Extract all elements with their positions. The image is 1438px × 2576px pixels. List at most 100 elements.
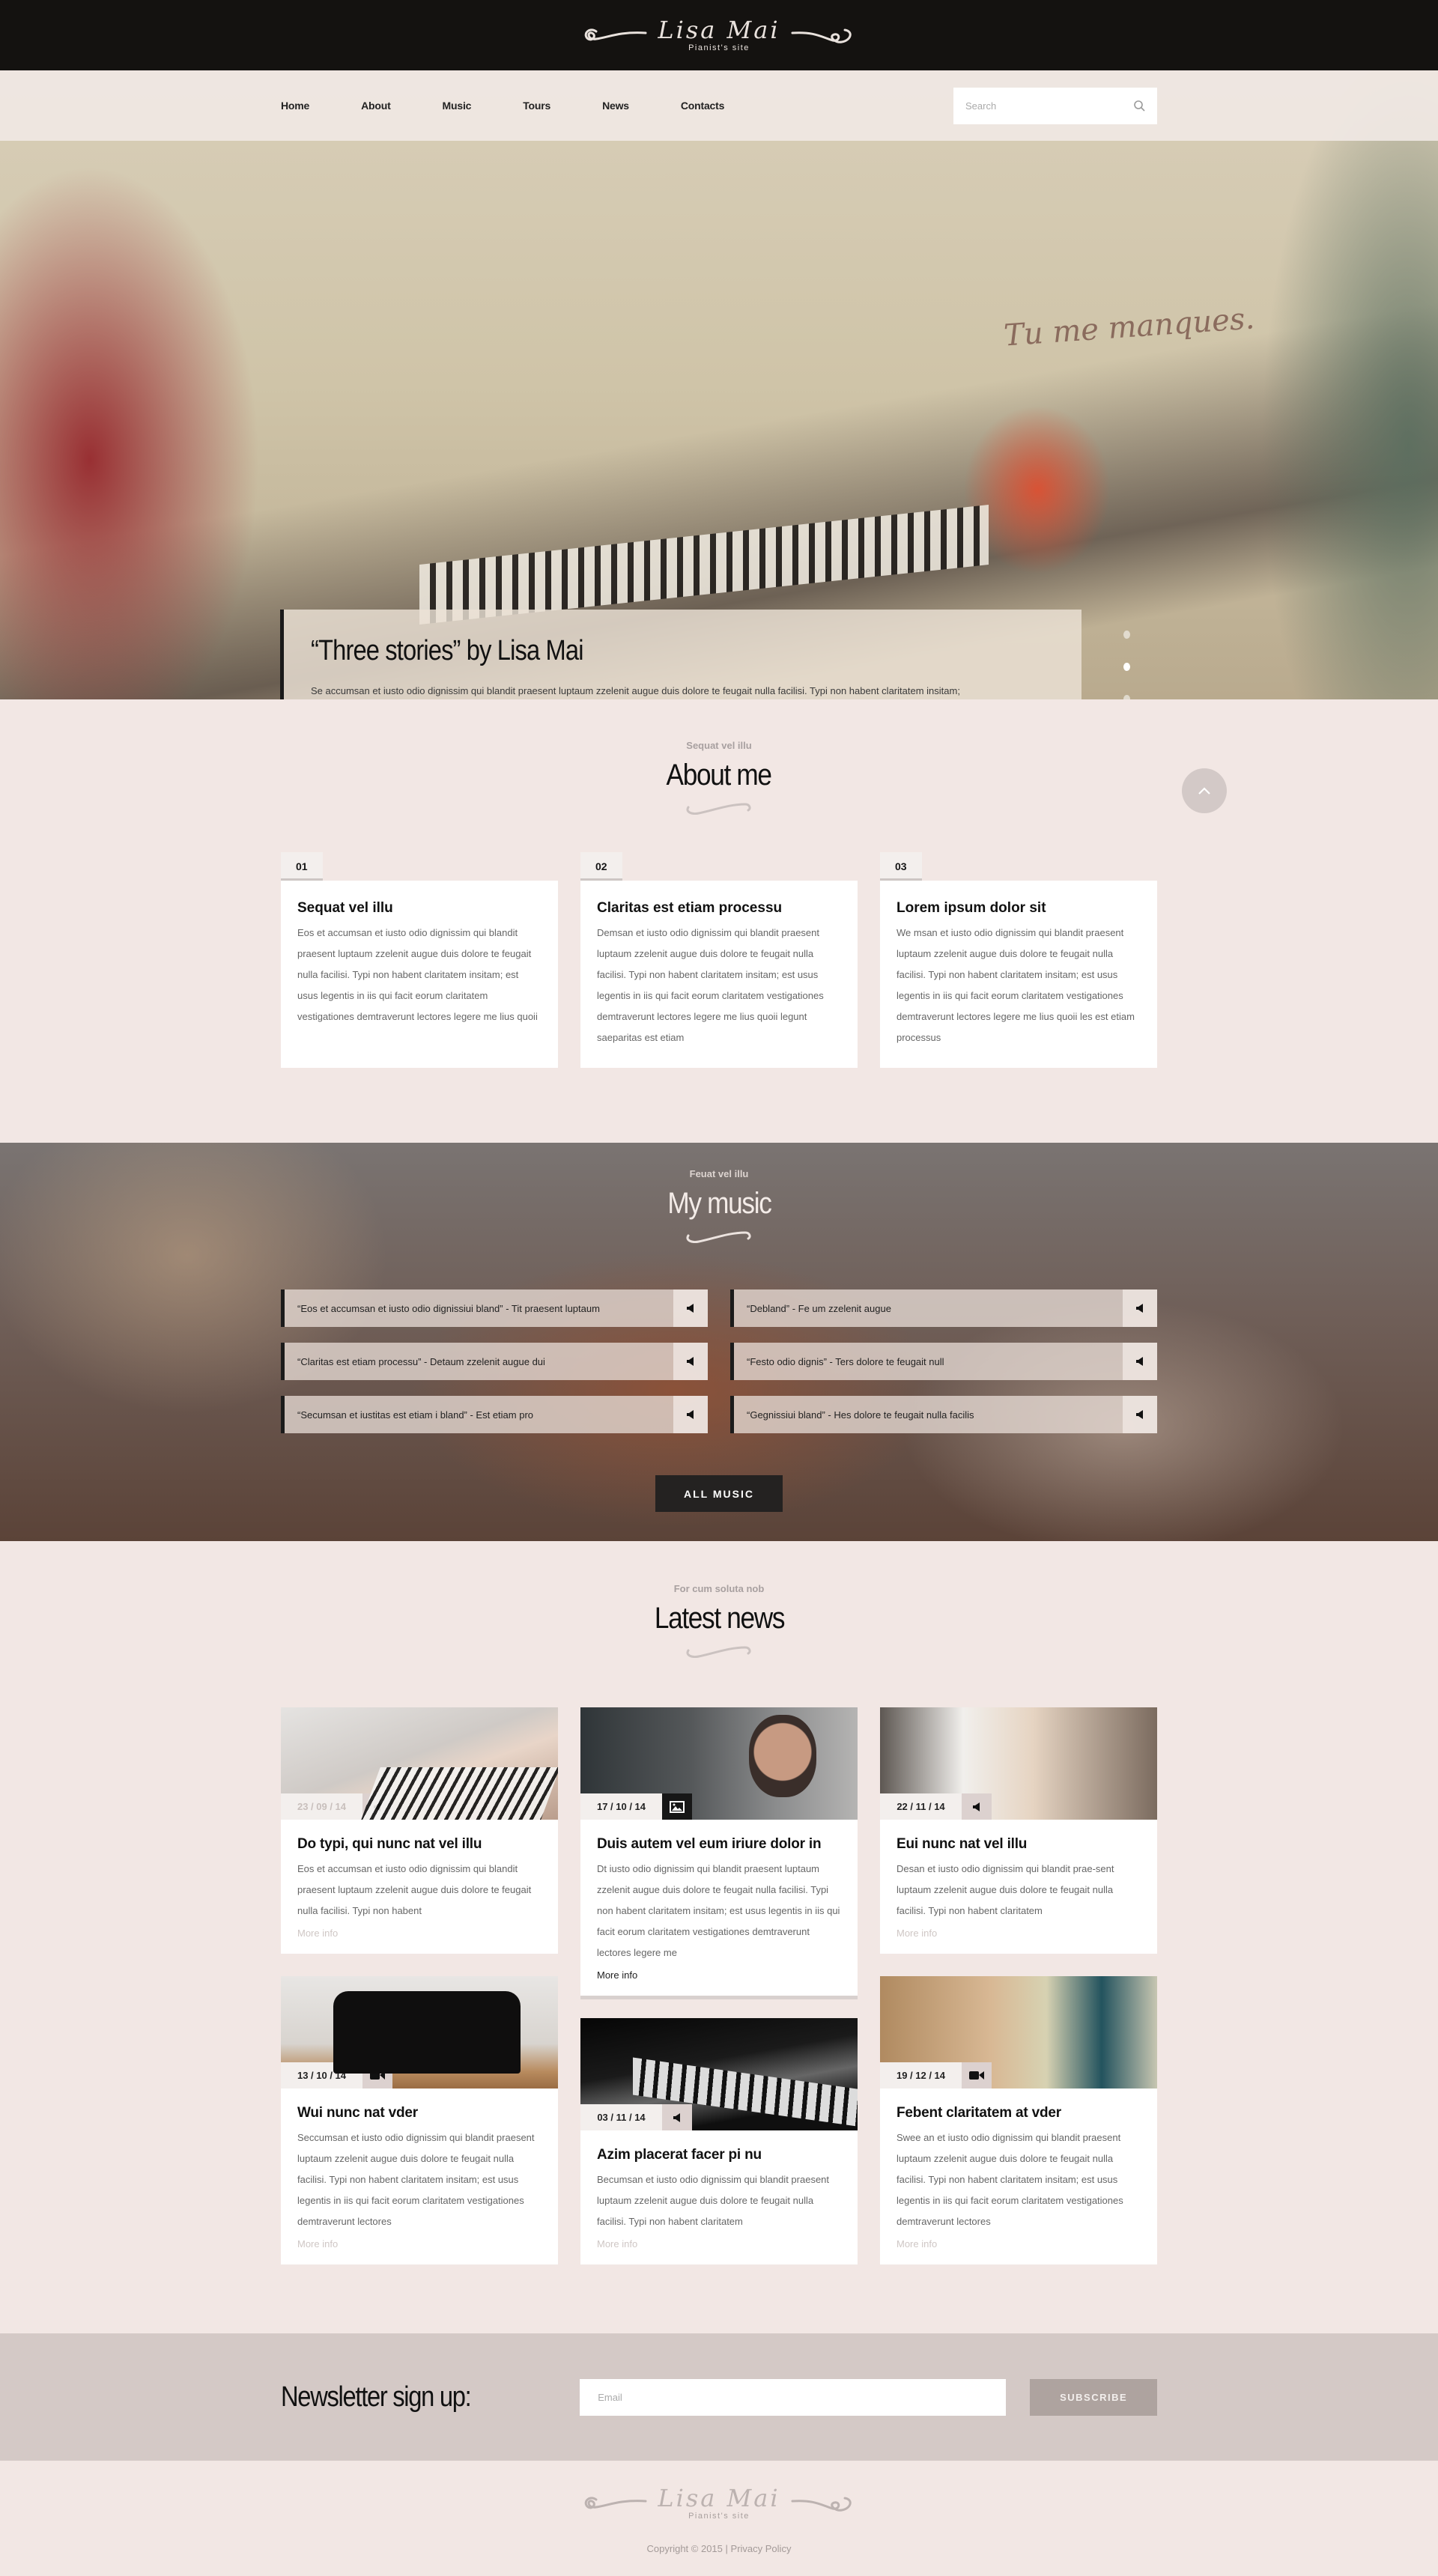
- flourish-divider-icon: [686, 803, 751, 815]
- speaker-icon: [673, 2112, 680, 2122]
- about-card-text: Eos et accumsan et iusto odio dignissim …: [297, 927, 538, 1022]
- subscribe-button[interactable]: SUBSCRIBE: [1030, 2378, 1157, 2416]
- about-section: Sequat vel illu About me 01 Sequat vel i…: [0, 699, 1438, 1143]
- nav-item-home[interactable]: Home: [281, 100, 309, 112]
- news-card: 03 / 11 / 14 Azim placerat facer pi nu B…: [580, 2018, 858, 2264]
- about-card: 02 Claritas est etiam processu Demsan et…: [580, 852, 858, 1068]
- news-card-text: Desan et iusto odio dignissim qui blandi…: [897, 1863, 1114, 1916]
- slider-dot-1[interactable]: [1123, 631, 1130, 639]
- news-type-badge: [362, 1793, 392, 1820]
- nav-item-news[interactable]: News: [602, 100, 629, 112]
- track-item[interactable]: “Gegnissiui bland” - Hes dolore te feuga…: [730, 1396, 1157, 1433]
- speaker-icon: [687, 1304, 694, 1313]
- news-type-badge: [662, 1793, 692, 1820]
- more-info-link[interactable]: More info: [897, 2238, 937, 2250]
- track-item[interactable]: “Eos et accumsan et iusto odio dignissiu…: [281, 1289, 708, 1327]
- track-play-button[interactable]: [673, 1343, 708, 1380]
- track-item[interactable]: “Claritas est etiam processu” - Detaum z…: [281, 1343, 708, 1380]
- news-image[interactable]: 13 / 10 / 14: [281, 1976, 558, 2089]
- news-image[interactable]: 19 / 12 / 14: [880, 1976, 1157, 2089]
- news-card-text: Eos et accumsan et iusto odio dignissim …: [297, 1863, 532, 1916]
- track-play-button[interactable]: [673, 1289, 708, 1327]
- more-info-link[interactable]: More info: [297, 2238, 338, 2250]
- hero-image-piano: [419, 505, 989, 625]
- speaker-icon: [973, 1802, 980, 1811]
- newsletter-title: Newsletter sign up:: [281, 2381, 472, 2413]
- news-image[interactable]: 03 / 11 / 14: [580, 2018, 858, 2130]
- hero-caption: “Three stories” by Lisa Mai Se accumsan …: [280, 610, 1081, 699]
- image-icon: [670, 1800, 685, 1813]
- news-card-title[interactable]: Do typi, qui nunc nat vel illu: [297, 1836, 541, 1853]
- search-box: [953, 87, 1157, 124]
- search-icon[interactable]: [1133, 100, 1145, 112]
- news-date: 22 / 11 / 14: [880, 1793, 962, 1820]
- logo-swirl-left-icon: [585, 28, 647, 41]
- speaker-icon: [1136, 1304, 1143, 1313]
- more-info-link[interactable]: More info: [597, 1969, 637, 1981]
- news-date: 17 / 10 / 14: [580, 1793, 662, 1820]
- news-image[interactable]: 17 / 10 / 14: [580, 1707, 858, 1820]
- newsletter-email-input[interactable]: [580, 2378, 1007, 2416]
- logo-name: Lisa Mai: [658, 16, 780, 44]
- news-image[interactable]: 22 / 11 / 14: [880, 1707, 1157, 1820]
- newsletter-section: Newsletter sign up: SUBSCRIBE: [0, 2333, 1438, 2461]
- news-type-badge: [662, 2104, 692, 2130]
- about-card-title: Sequat vel illu: [297, 900, 393, 916]
- nav-item-about[interactable]: About: [361, 100, 391, 112]
- chevron-up-icon: [1198, 787, 1210, 795]
- track-item[interactable]: “Debland” - Fe um zzelenit augue: [730, 1289, 1157, 1327]
- news-grid: 23 / 09 / 14 Do typi, qui nunc nat vel i…: [281, 1707, 1157, 2264]
- top-header: Lisa Mai Pianist's site: [0, 0, 1438, 70]
- speaker-icon: [1136, 1410, 1143, 1419]
- nav-item-music[interactable]: Music: [443, 100, 472, 112]
- track-item[interactable]: “Festo odio dignis” - Ters dolore te feu…: [730, 1343, 1157, 1380]
- speaker-icon: [687, 1410, 694, 1419]
- news-card: 19 / 12 / 14 Febent claritatem at vder S…: [880, 1976, 1157, 2264]
- nav-item-tours[interactable]: Tours: [523, 100, 550, 112]
- footer-logo-tagline: Pianist's site: [688, 2512, 750, 2521]
- news-type-badge: [362, 2062, 392, 2089]
- news-date: 03 / 11 / 14: [580, 2104, 662, 2130]
- copyright-text: Copyright © 2015: [646, 2543, 723, 2554]
- more-info-link[interactable]: More info: [297, 1928, 338, 1939]
- speaker-icon: [374, 1802, 380, 1811]
- scroll-to-top-button[interactable]: [1182, 768, 1227, 813]
- news-image[interactable]: 23 / 09 / 14: [281, 1707, 558, 1820]
- track-title: “Gegnissiui bland” - Hes dolore te feuga…: [747, 1409, 974, 1421]
- about-card-title: Lorem ipsum dolor sit: [897, 900, 1046, 916]
- news-title: Latest news: [654, 1602, 785, 1635]
- track-title: “Festo odio dignis” - Ters dolore te feu…: [747, 1355, 944, 1367]
- news-card-text: Seccumsan et iusto odio dignissim qui bl…: [297, 2132, 535, 2227]
- track-play-button[interactable]: [1123, 1343, 1157, 1380]
- about-card-number: 03: [880, 852, 922, 881]
- site-logo[interactable]: Lisa Mai Pianist's site: [581, 18, 856, 52]
- more-info-link[interactable]: More info: [897, 1928, 937, 1939]
- news-card-title[interactable]: Azim placerat facer pi nu: [597, 2147, 841, 2163]
- track-play-button[interactable]: [1123, 1289, 1157, 1327]
- track-item[interactable]: “Secumsan et iustitas est etiam i bland”…: [281, 1396, 708, 1433]
- footer-logo[interactable]: Lisa Mai Pianist's site: [0, 2486, 1438, 2521]
- track-play-button[interactable]: [1123, 1396, 1157, 1433]
- more-info-link[interactable]: More info: [597, 2238, 637, 2250]
- news-card-title[interactable]: Duis autem vel eum iriure dolor in: [597, 1836, 841, 1853]
- news-subtitle: For cum soluta nob: [673, 1583, 765, 1594]
- speaker-icon: [687, 1357, 694, 1366]
- all-music-button[interactable]: ALL MUSIC: [655, 1475, 783, 1512]
- about-card: 03 Lorem ipsum dolor sit We msan et iust…: [880, 852, 1157, 1068]
- news-card-title[interactable]: Eui nunc nat vel illu: [897, 1836, 1141, 1853]
- nav-item-contacts[interactable]: Contacts: [681, 100, 724, 112]
- video-camera-icon: [969, 2071, 984, 2080]
- video-camera-icon: [370, 2071, 385, 2080]
- track-title: “Claritas est etiam processu” - Detaum z…: [297, 1355, 545, 1367]
- privacy-policy-link[interactable]: Privacy Policy: [731, 2543, 792, 2554]
- track-title: “Debland” - Fe um zzelenit augue: [747, 1302, 891, 1314]
- slider-dot-2[interactable]: [1123, 663, 1130, 671]
- nav-list: Home About Music Tours News Contacts: [281, 100, 776, 112]
- track-play-button[interactable]: [673, 1396, 708, 1433]
- news-card-title[interactable]: Wui nunc nat vder: [297, 2105, 541, 2121]
- news-section: For cum soluta nob Latest news 23 / 09 /…: [0, 1541, 1438, 2333]
- music-title: My music: [667, 1187, 771, 1220]
- news-card-title[interactable]: Febent claritatem at vder: [897, 2105, 1141, 2121]
- hero-image-handwriting: Tu me manques.: [1002, 301, 1256, 353]
- search-input[interactable]: [965, 100, 1133, 112]
